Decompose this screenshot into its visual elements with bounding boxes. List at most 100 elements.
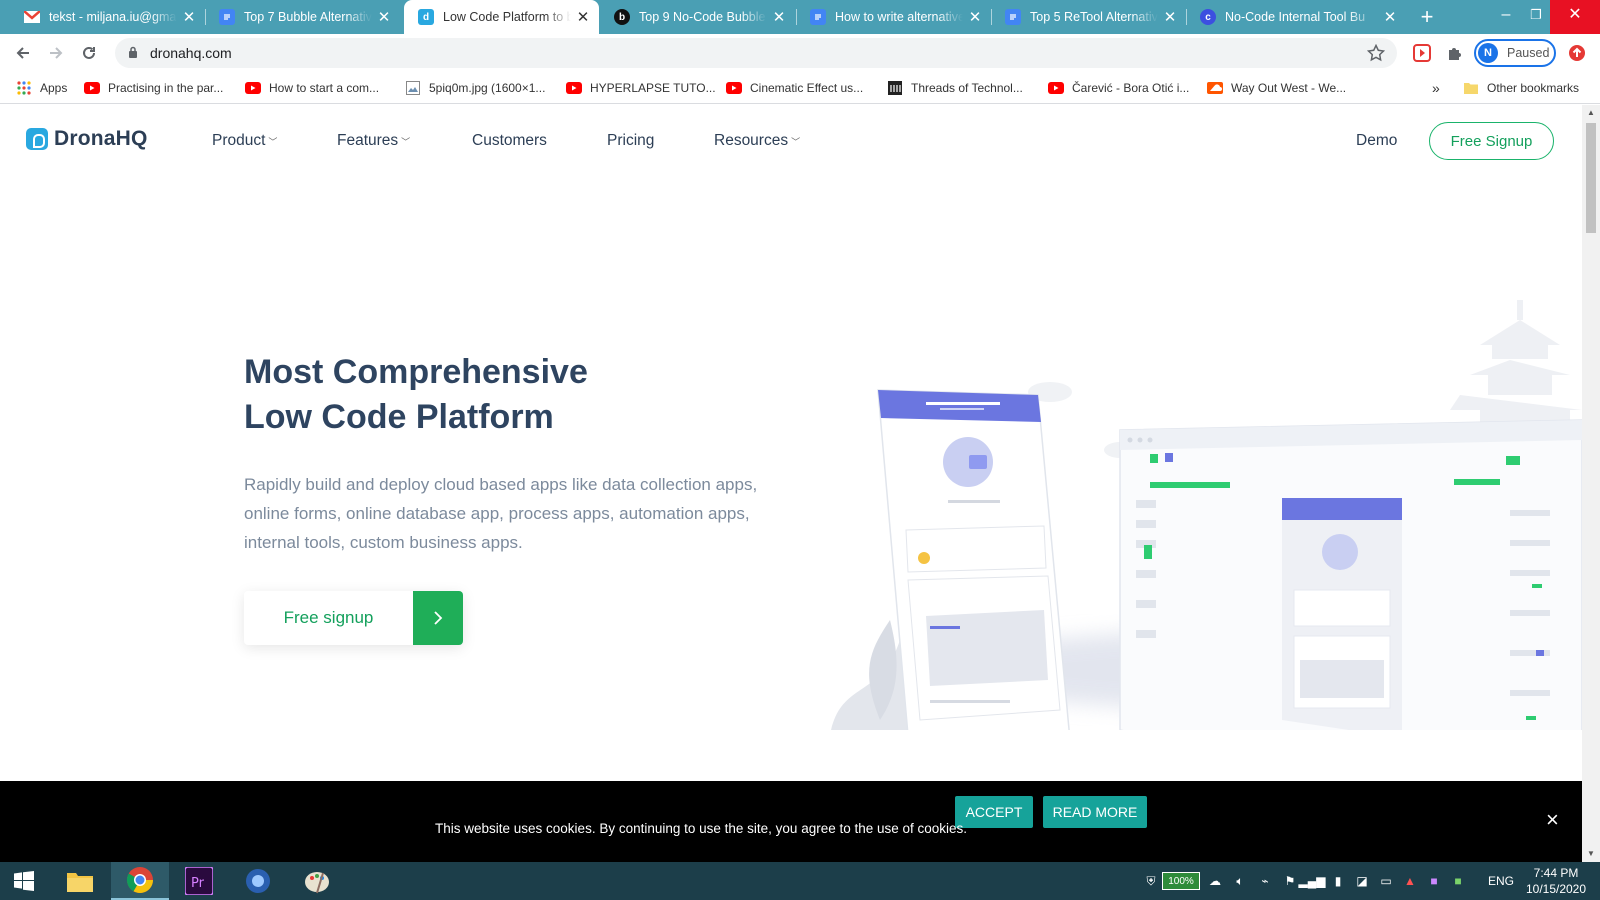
language-indicator[interactable]: ENG bbox=[1486, 872, 1516, 890]
signal-icon[interactable]: ▂▄▆ bbox=[1299, 872, 1326, 890]
bookmark-item[interactable]: Threads of Technol... bbox=[887, 79, 1023, 97]
minimize-icon[interactable]: – bbox=[1490, 0, 1522, 34]
flag-icon[interactable]: ⚑ bbox=[1282, 872, 1298, 890]
scroll-down-icon[interactable]: ▼ bbox=[1586, 849, 1596, 859]
hero-subtitle: Rapidly build and deploy cloud based app… bbox=[244, 475, 758, 552]
bookmark-label: 5piq0m.jpg (1600×1... bbox=[429, 81, 546, 95]
window-close-icon[interactable]: ✕ bbox=[1550, 0, 1600, 34]
forward-icon[interactable] bbox=[43, 40, 69, 66]
close-icon[interactable]: ✕ bbox=[967, 8, 983, 26]
youtube-icon bbox=[245, 80, 261, 96]
bookmark-apps[interactable]: Apps bbox=[16, 79, 67, 97]
dronahq-icon: d bbox=[418, 9, 434, 25]
bookmark-star-icon[interactable] bbox=[1366, 43, 1386, 65]
free-signup-button[interactable]: Free Signup bbox=[1429, 122, 1554, 160]
nav-resources[interactable]: Resources ﹀ bbox=[714, 132, 800, 150]
windows-taskbar: Pr ⛨ 100% ☁ 🔈︎ ⌁ ⚑ ▂▄▆ ▮ ◪ ▭ ▲ ■ ■ ENG 7… bbox=[0, 862, 1600, 900]
chrome-icon[interactable] bbox=[111, 862, 169, 900]
windows-start-icon[interactable] bbox=[0, 862, 48, 900]
nvidia-icon[interactable]: ◪ bbox=[1354, 872, 1370, 890]
premiere-pro-icon[interactable]: Pr bbox=[170, 862, 228, 900]
profile-button[interactable]: N Paused bbox=[1474, 39, 1556, 67]
security-shield-icon[interactable]: ⛨ bbox=[1143, 872, 1159, 890]
scroll-thumb[interactable] bbox=[1586, 123, 1596, 233]
warning-icon[interactable]: ▲ bbox=[1402, 872, 1418, 890]
photos-icon[interactable] bbox=[229, 862, 287, 900]
tab-title: tekst - miljana.iu@gmail.com bbox=[49, 10, 177, 24]
bookmark-item[interactable]: How to start a com... bbox=[245, 79, 379, 97]
tab-title: Top 5 ReTool Alternatives bbox=[1030, 10, 1158, 24]
monitor-icon[interactable]: ▭ bbox=[1378, 872, 1394, 890]
maximize-icon[interactable]: ❐ bbox=[1522, 0, 1550, 34]
nav-product[interactable]: Product ﹀ bbox=[212, 132, 277, 150]
reload-icon[interactable] bbox=[76, 40, 102, 66]
address-bar[interactable]: dronahq.com bbox=[115, 38, 1397, 68]
nav-label: Features bbox=[337, 132, 399, 149]
volume-icon[interactable]: 🔈︎ bbox=[1232, 872, 1248, 890]
hero-title-line: Most Comprehensive bbox=[244, 353, 588, 391]
close-icon[interactable]: × bbox=[1546, 807, 1559, 833]
chevron-down-icon: ﹀ bbox=[268, 136, 278, 147]
tab-retool-alternatives[interactable]: Top 5 ReTool Alternatives ✕ bbox=[991, 0, 1186, 34]
page-scrollbar[interactable]: ▲ ▼ bbox=[1582, 105, 1600, 862]
bookmark-item[interactable]: Cinematic Effect us... bbox=[726, 79, 863, 97]
bookmark-label: Way Out West - We... bbox=[1231, 81, 1347, 95]
network-icon[interactable]: ⌁ bbox=[1257, 872, 1273, 890]
bookmark-item[interactable]: Čarević - Bora Otić i... bbox=[1048, 79, 1189, 97]
docs-icon bbox=[1005, 9, 1021, 25]
new-tab-button[interactable]: + bbox=[1414, 4, 1440, 30]
bookmark-item[interactable]: HYPERLAPSE TUTO... bbox=[566, 79, 716, 97]
bookmark-item[interactable]: Way Out West - We... bbox=[1207, 79, 1346, 97]
app-tray-icon[interactable]: ■ bbox=[1426, 872, 1442, 890]
bookmark-label: Practising in the par... bbox=[108, 81, 224, 95]
cta-label: Free signup bbox=[283, 608, 374, 627]
cookie-banner: ACCEPT READ MORE This website uses cooki… bbox=[0, 781, 1582, 862]
tab-gmail[interactable]: tekst - miljana.iu@gmail.com ✕ bbox=[10, 0, 205, 34]
chevron-right-icon bbox=[413, 591, 463, 645]
cloud-icon[interactable]: ☁ bbox=[1207, 872, 1223, 890]
close-icon[interactable]: ✕ bbox=[771, 8, 787, 26]
close-icon[interactable]: ✕ bbox=[575, 8, 591, 26]
tab-no-code-bubble[interactable]: b Top 9 No-Code Bubble ✕ bbox=[600, 0, 795, 34]
paint-icon[interactable] bbox=[288, 862, 346, 900]
bookmark-label: Threads of Technol... bbox=[911, 81, 1023, 95]
other-bookmarks[interactable]: Other bookmarks bbox=[1463, 79, 1579, 97]
bookmark-item[interactable]: 5piq0m.jpg (1600×1... bbox=[405, 79, 545, 97]
system-clock[interactable]: 7:44 PM 10/15/2020 bbox=[1516, 865, 1596, 897]
back-icon[interactable] bbox=[10, 40, 36, 66]
file-explorer-icon[interactable] bbox=[51, 862, 109, 900]
bookmarks-bar: Apps Practising in the par... How to sta… bbox=[0, 72, 1600, 104]
close-icon[interactable]: ✕ bbox=[376, 8, 392, 26]
browser-toolbar: dronahq.com N Paused bbox=[0, 34, 1600, 72]
tab-internal-tool[interactable]: c No-Code Internal Tool Bu ✕ bbox=[1186, 0, 1406, 34]
youtube-icon bbox=[84, 80, 100, 96]
nav-label: Resources bbox=[714, 132, 789, 149]
device-icon[interactable]: ▮ bbox=[1330, 872, 1346, 890]
close-icon[interactable]: ✕ bbox=[1162, 8, 1178, 26]
hero-signup-button[interactable]: Free signup bbox=[244, 591, 463, 645]
bookmarks-overflow[interactable]: » bbox=[1432, 79, 1440, 97]
profile-status: Paused bbox=[1507, 46, 1550, 60]
desktop-mockup bbox=[1119, 419, 1582, 730]
update-icon[interactable] bbox=[1566, 42, 1588, 64]
gpu-tray-icon[interactable]: ■ bbox=[1450, 872, 1466, 890]
site-logo[interactable]: DronaHQ bbox=[26, 127, 148, 151]
hero-title: Most Comprehensive Low Code Platform bbox=[244, 350, 764, 440]
battery-indicator[interactable]: 100% bbox=[1162, 872, 1200, 890]
extensions-puzzle-icon[interactable] bbox=[1444, 42, 1466, 64]
nav-label: Customers bbox=[472, 132, 547, 149]
tab-how-to-write[interactable]: How to write alternative ✕ bbox=[796, 0, 991, 34]
nav-features[interactable]: Features ﹀ bbox=[337, 132, 410, 150]
logo-text: DronaHQ bbox=[54, 127, 148, 150]
close-icon[interactable]: ✕ bbox=[1382, 8, 1398, 26]
close-icon[interactable]: ✕ bbox=[181, 8, 197, 26]
nav-pricing[interactable]: Pricing bbox=[607, 132, 654, 150]
read-more-button[interactable]: READ MORE bbox=[1043, 796, 1147, 828]
nav-demo[interactable]: Demo bbox=[1356, 132, 1397, 150]
tab-dronahq[interactable]: d Low Code Platform to build ✕ bbox=[404, 0, 599, 34]
nav-customers[interactable]: Customers bbox=[472, 132, 547, 150]
video-extension-icon[interactable] bbox=[1411, 42, 1433, 64]
bookmark-item[interactable]: Practising in the par... bbox=[84, 79, 223, 97]
tab-bubble-alternatives[interactable]: Top 7 Bubble Alternatives ✕ bbox=[205, 0, 400, 34]
scroll-up-icon[interactable]: ▲ bbox=[1586, 108, 1596, 118]
